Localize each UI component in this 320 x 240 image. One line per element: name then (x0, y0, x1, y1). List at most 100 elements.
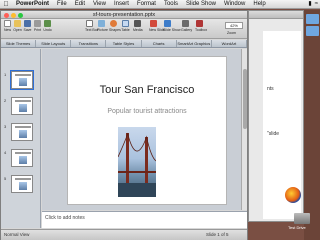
slide-subtitle[interactable]: Popular tourist attractions (68, 108, 226, 115)
table-label: Table (121, 28, 130, 32)
slide-thumbnail[interactable]: 1 (4, 70, 34, 90)
bridge-illustration (118, 132, 156, 197)
slide-counter: Slide 1 of 5 (206, 232, 229, 237)
tab-wordart[interactable]: WordArt (211, 40, 247, 47)
table-icon (122, 20, 129, 27)
slide-number: 1 (4, 72, 7, 77)
vertical-scrollbar[interactable] (241, 49, 247, 210)
undo-icon (44, 20, 51, 27)
picture-button[interactable]: Picture (97, 20, 108, 32)
thumbnail-picture (19, 182, 27, 190)
new-slide-icon (150, 20, 157, 27)
tab-transitions[interactable]: Transitions (71, 40, 107, 47)
shapes-label: Shapes (109, 28, 121, 32)
toolbox-button[interactable]: Toolbox (195, 20, 208, 32)
slide-show-button[interactable]: Slide Show (163, 20, 181, 32)
text-box-icon (86, 20, 93, 27)
drive-icon[interactable] (294, 213, 310, 224)
thumbnail-title-line (15, 126, 31, 128)
thumbnail-picture (19, 156, 27, 164)
menu-insert[interactable]: Insert (110, 0, 133, 9)
slide-thumbnail[interactable]: 2 (4, 97, 33, 115)
gallery-label: Gallery (181, 28, 193, 32)
new-label: New (3, 28, 11, 32)
shapes-button[interactable]: Shapes (109, 20, 121, 32)
scrollbar-thumb[interactable] (243, 69, 247, 129)
tab-charts[interactable]: Charts (141, 40, 177, 47)
firefox-icon[interactable] (285, 187, 301, 203)
undo-button[interactable]: Undo (43, 20, 52, 32)
media-label: Media (133, 28, 143, 32)
slide-canvas: Tour San Francisco Popular tourist attra… (42, 49, 247, 210)
golden-gate-photo[interactable] (118, 127, 156, 197)
new-button[interactable]: New (3, 20, 12, 32)
slide-number: 5 (4, 176, 7, 181)
slide[interactable]: Tour San Francisco Popular tourist attra… (68, 57, 226, 204)
apple-menu-icon[interactable]:  (0, 0, 12, 9)
notes-pane[interactable]: Click to add notes (42, 211, 247, 228)
tab-table-styles[interactable]: Table Styles (106, 40, 142, 47)
thumbnail-title-line (15, 100, 31, 102)
menu-app[interactable]: PowerPoint (12, 0, 53, 9)
slide-thumbnail-pane: 1 2 3 4 5 (1, 49, 41, 228)
slide-thumbnail[interactable]: 3 (4, 123, 33, 141)
slide-thumbnail[interactable]: 4 (4, 149, 33, 167)
save-button[interactable]: Save (23, 20, 32, 32)
firefox-label: Firefox (284, 204, 297, 209)
open-button[interactable]: Open (13, 20, 22, 32)
tab-slide-layouts[interactable]: Slide Layouts (36, 40, 72, 47)
save-icon (24, 20, 31, 27)
text-box-label: Text Box (85, 28, 99, 32)
menu-edit[interactable]: Edit (71, 0, 89, 9)
slide-thumbnail[interactable]: 5 (4, 175, 33, 193)
toolbox-label: Toolbox (195, 28, 208, 32)
drive-label: Test Drive (288, 225, 306, 230)
tab-smartart[interactable]: SmartArt Graphics (176, 40, 212, 47)
picture-icon (98, 20, 105, 27)
battery-icon[interactable]: ▮ (308, 0, 311, 9)
zoom-label: Zoom (227, 31, 236, 35)
slide-show-icon (164, 20, 171, 27)
background-snippet-2: "slide (267, 131, 280, 137)
new-slide-button[interactable]: New Slide (149, 20, 165, 32)
thumbnail-picture (19, 130, 27, 138)
view-mode[interactable]: Normal View (4, 232, 29, 237)
title-bar[interactable]: sf-tours-presentation.pptx (1, 11, 247, 19)
elements-gallery-tabs: Slide Themes Slide Layouts Transitions T… (1, 40, 247, 48)
save-label: Save (23, 28, 32, 32)
media-button[interactable]: Media (133, 20, 143, 32)
menu-tools[interactable]: Tools (160, 0, 182, 9)
background-snippet-1: nts (267, 86, 274, 92)
text-box-button[interactable]: Text Box (85, 20, 99, 32)
open-icon (14, 20, 21, 27)
undo-label: Undo (43, 28, 52, 32)
shapes-icon (110, 20, 117, 27)
menu-file[interactable]: File (53, 0, 71, 9)
background-window-titlebar[interactable] (249, 11, 303, 19)
thumbnail-picture (19, 104, 27, 112)
tab-slide-themes[interactable]: Slide Themes (1, 40, 37, 47)
document-title: sf-tours-presentation.pptx (92, 12, 156, 18)
menu-format[interactable]: Format (133, 0, 160, 9)
slide-show-label: Slide Show (163, 28, 181, 32)
table-button[interactable]: Table (121, 20, 130, 32)
menu-slide-show[interactable]: Slide Show (182, 0, 220, 9)
menu-help[interactable]: Help (249, 0, 269, 9)
media-icon (134, 20, 141, 27)
menu-window[interactable]: Window (220, 0, 249, 9)
folder-icon[interactable] (306, 14, 319, 24)
folder-icon[interactable] (306, 26, 319, 36)
print-button[interactable]: Print (33, 20, 42, 32)
slide-title[interactable]: Tour San Francisco (68, 84, 226, 96)
zoom-field[interactable]: 42% (225, 22, 243, 29)
new-icon (4, 20, 11, 27)
thumbnail-title-line (15, 74, 31, 76)
notes-placeholder: Click to add notes (45, 215, 85, 221)
slide-number: 4 (4, 150, 7, 155)
powerpoint-window: sf-tours-presentation.pptx New Open Save… (0, 10, 248, 240)
gallery-button[interactable]: Gallery (181, 20, 193, 32)
wifi-icon[interactable]: ≈ (315, 0, 318, 9)
thumbnail-picture (19, 78, 27, 86)
print-label: Print (33, 28, 42, 32)
menu-view[interactable]: View (89, 0, 110, 9)
